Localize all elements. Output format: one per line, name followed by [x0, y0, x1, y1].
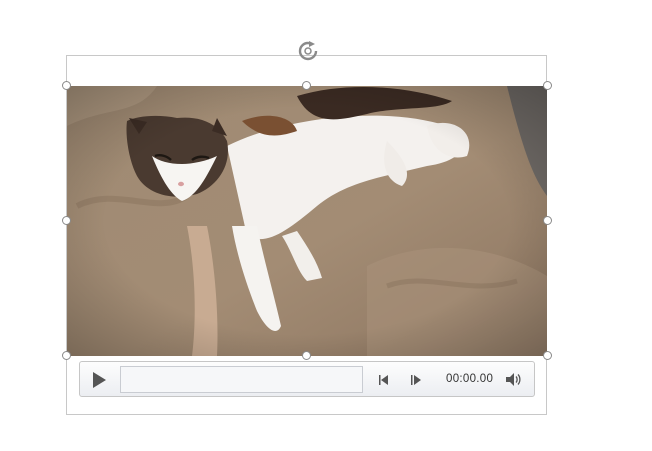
seek-bar[interactable] — [120, 366, 363, 393]
resize-handle-top-left[interactable] — [62, 81, 71, 90]
rotate-icon[interactable] — [296, 39, 320, 63]
skip-back-icon[interactable] — [377, 373, 391, 387]
cat-video-image — [67, 86, 547, 356]
resize-handle-bottom-left[interactable] — [62, 351, 71, 360]
resize-handle-top[interactable] — [302, 81, 311, 90]
skip-forward-icon[interactable] — [409, 373, 423, 387]
resize-handle-right[interactable] — [543, 216, 552, 225]
playback-time: 00:00.00 — [446, 373, 494, 385]
play-icon[interactable] — [91, 371, 107, 389]
resize-handle-bottom[interactable] — [302, 351, 311, 360]
cat-video-frame[interactable] — [67, 86, 547, 356]
resize-handle-bottom-right[interactable] — [543, 351, 552, 360]
resize-handle-left[interactable] — [62, 216, 71, 225]
media-controls-bar: 00:00.00 — [79, 361, 535, 397]
volume-icon[interactable] — [504, 371, 522, 388]
resize-handle-top-right[interactable] — [543, 81, 552, 90]
